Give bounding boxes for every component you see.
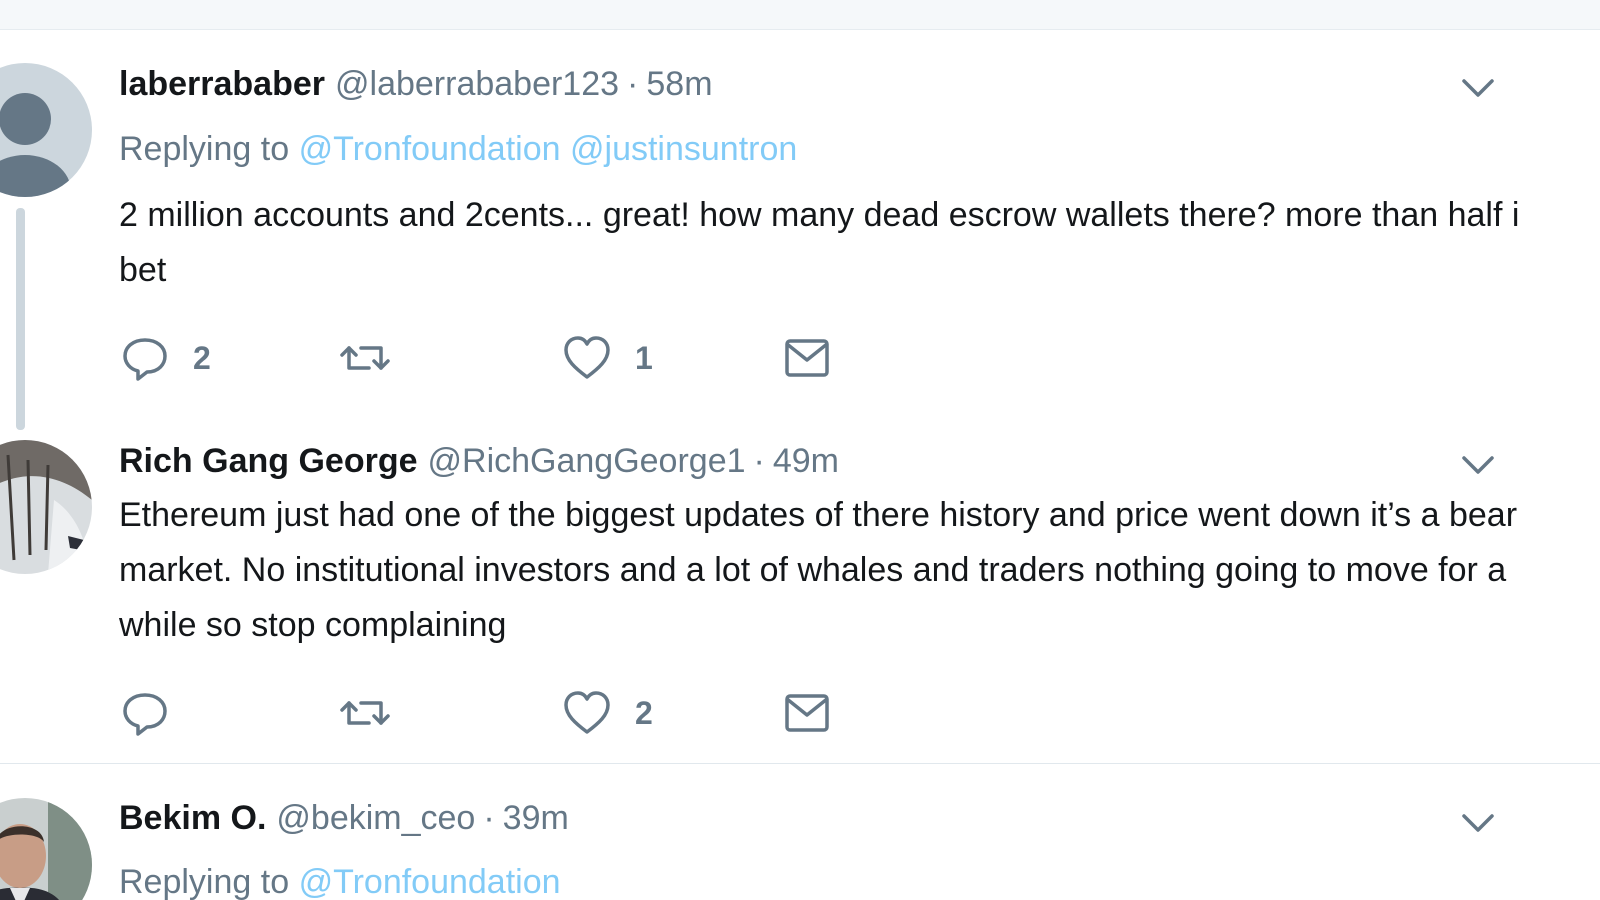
- mention-link[interactable]: @justinsuntron: [570, 130, 797, 168]
- mention-link[interactable]: @Tronfoundation: [299, 130, 561, 168]
- reply-icon: [123, 693, 167, 736]
- envelope-icon: [785, 339, 829, 377]
- like-count: 1: [635, 339, 653, 376]
- replying-label: Replying to: [119, 130, 290, 168]
- user-handle[interactable]: @laberrababer123: [335, 65, 619, 103]
- timestamp[interactable]: 58m: [646, 65, 712, 103]
- heart-icon: [564, 336, 610, 379]
- tweet-text: Ethereum just had one of the biggest upd…: [119, 496, 1518, 644]
- retweet-icon: [340, 701, 390, 725]
- like-button[interactable]: 1: [561, 330, 653, 386]
- display-name[interactable]: Bekim O.: [119, 799, 266, 837]
- separator: ·: [753, 442, 765, 480]
- direct-message-button[interactable]: [781, 330, 833, 386]
- timestamp[interactable]: 39m: [503, 799, 569, 837]
- replying-label: Replying to: [119, 863, 290, 900]
- more-options-button[interactable]: [1456, 443, 1500, 487]
- avatar[interactable]: [0, 440, 92, 574]
- chevron-down-icon: [1462, 79, 1494, 97]
- heart-icon: [564, 691, 610, 734]
- timestamp[interactable]: 49m: [773, 442, 839, 480]
- like-count: 2: [635, 694, 653, 731]
- user-handle[interactable]: @bekim_ceo: [276, 799, 475, 837]
- tweet-text: 2 million accounts and 2cents... great! …: [119, 196, 1520, 289]
- reply-button[interactable]: 2: [119, 330, 211, 386]
- reply-count: 2: [193, 339, 211, 376]
- tweet-header: Rich Gang George @RichGangGeorge1 · 49m: [119, 441, 839, 481]
- retweet-button[interactable]: [339, 330, 413, 386]
- tweet-actions: 2 1: [119, 330, 879, 386]
- avatar[interactable]: [0, 798, 92, 900]
- chevron-down-icon: [1462, 814, 1494, 832]
- separator: ·: [627, 65, 639, 103]
- like-button[interactable]: 2: [561, 685, 653, 741]
- default-avatar-icon: [0, 63, 92, 197]
- more-options-button[interactable]: [1456, 801, 1500, 845]
- more-options-button[interactable]: [1456, 66, 1500, 110]
- replying-to: Replying to @Tronfoundation: [119, 862, 561, 900]
- reply-icon: [123, 338, 167, 381]
- display-name[interactable]: Rich Gang George: [119, 442, 418, 480]
- tweet-actions: 2: [119, 685, 879, 741]
- tweet-thread-page: laberrababer @laberrababer123 · 58m Replyin…: [0, 0, 1600, 900]
- separator: ·: [483, 799, 495, 837]
- tweet-header: Bekim O. @bekim_ceo · 39m: [119, 798, 569, 838]
- avatar[interactable]: [0, 63, 92, 197]
- photo-avatar: [0, 798, 92, 900]
- mention-link[interactable]: @Tronfoundation: [299, 863, 561, 900]
- direct-message-button[interactable]: [781, 685, 833, 741]
- display-name[interactable]: laberrababer: [119, 65, 325, 103]
- top-band: [0, 0, 1600, 30]
- envelope-icon: [785, 694, 829, 732]
- chevron-down-icon: [1462, 456, 1494, 474]
- tweet-divider: [0, 763, 1600, 764]
- user-handle[interactable]: @RichGangGeorge1: [428, 442, 746, 480]
- tweet-header: laberrababer @laberrababer123 · 58m: [119, 64, 713, 104]
- thread-line: [16, 208, 25, 430]
- photo-avatar: [0, 440, 92, 574]
- retweet-icon: [340, 346, 390, 370]
- retweet-button[interactable]: [339, 685, 413, 741]
- reply-button[interactable]: [119, 685, 193, 741]
- replying-to: Replying to @Tronfoundation @justinsuntr…: [119, 129, 797, 169]
